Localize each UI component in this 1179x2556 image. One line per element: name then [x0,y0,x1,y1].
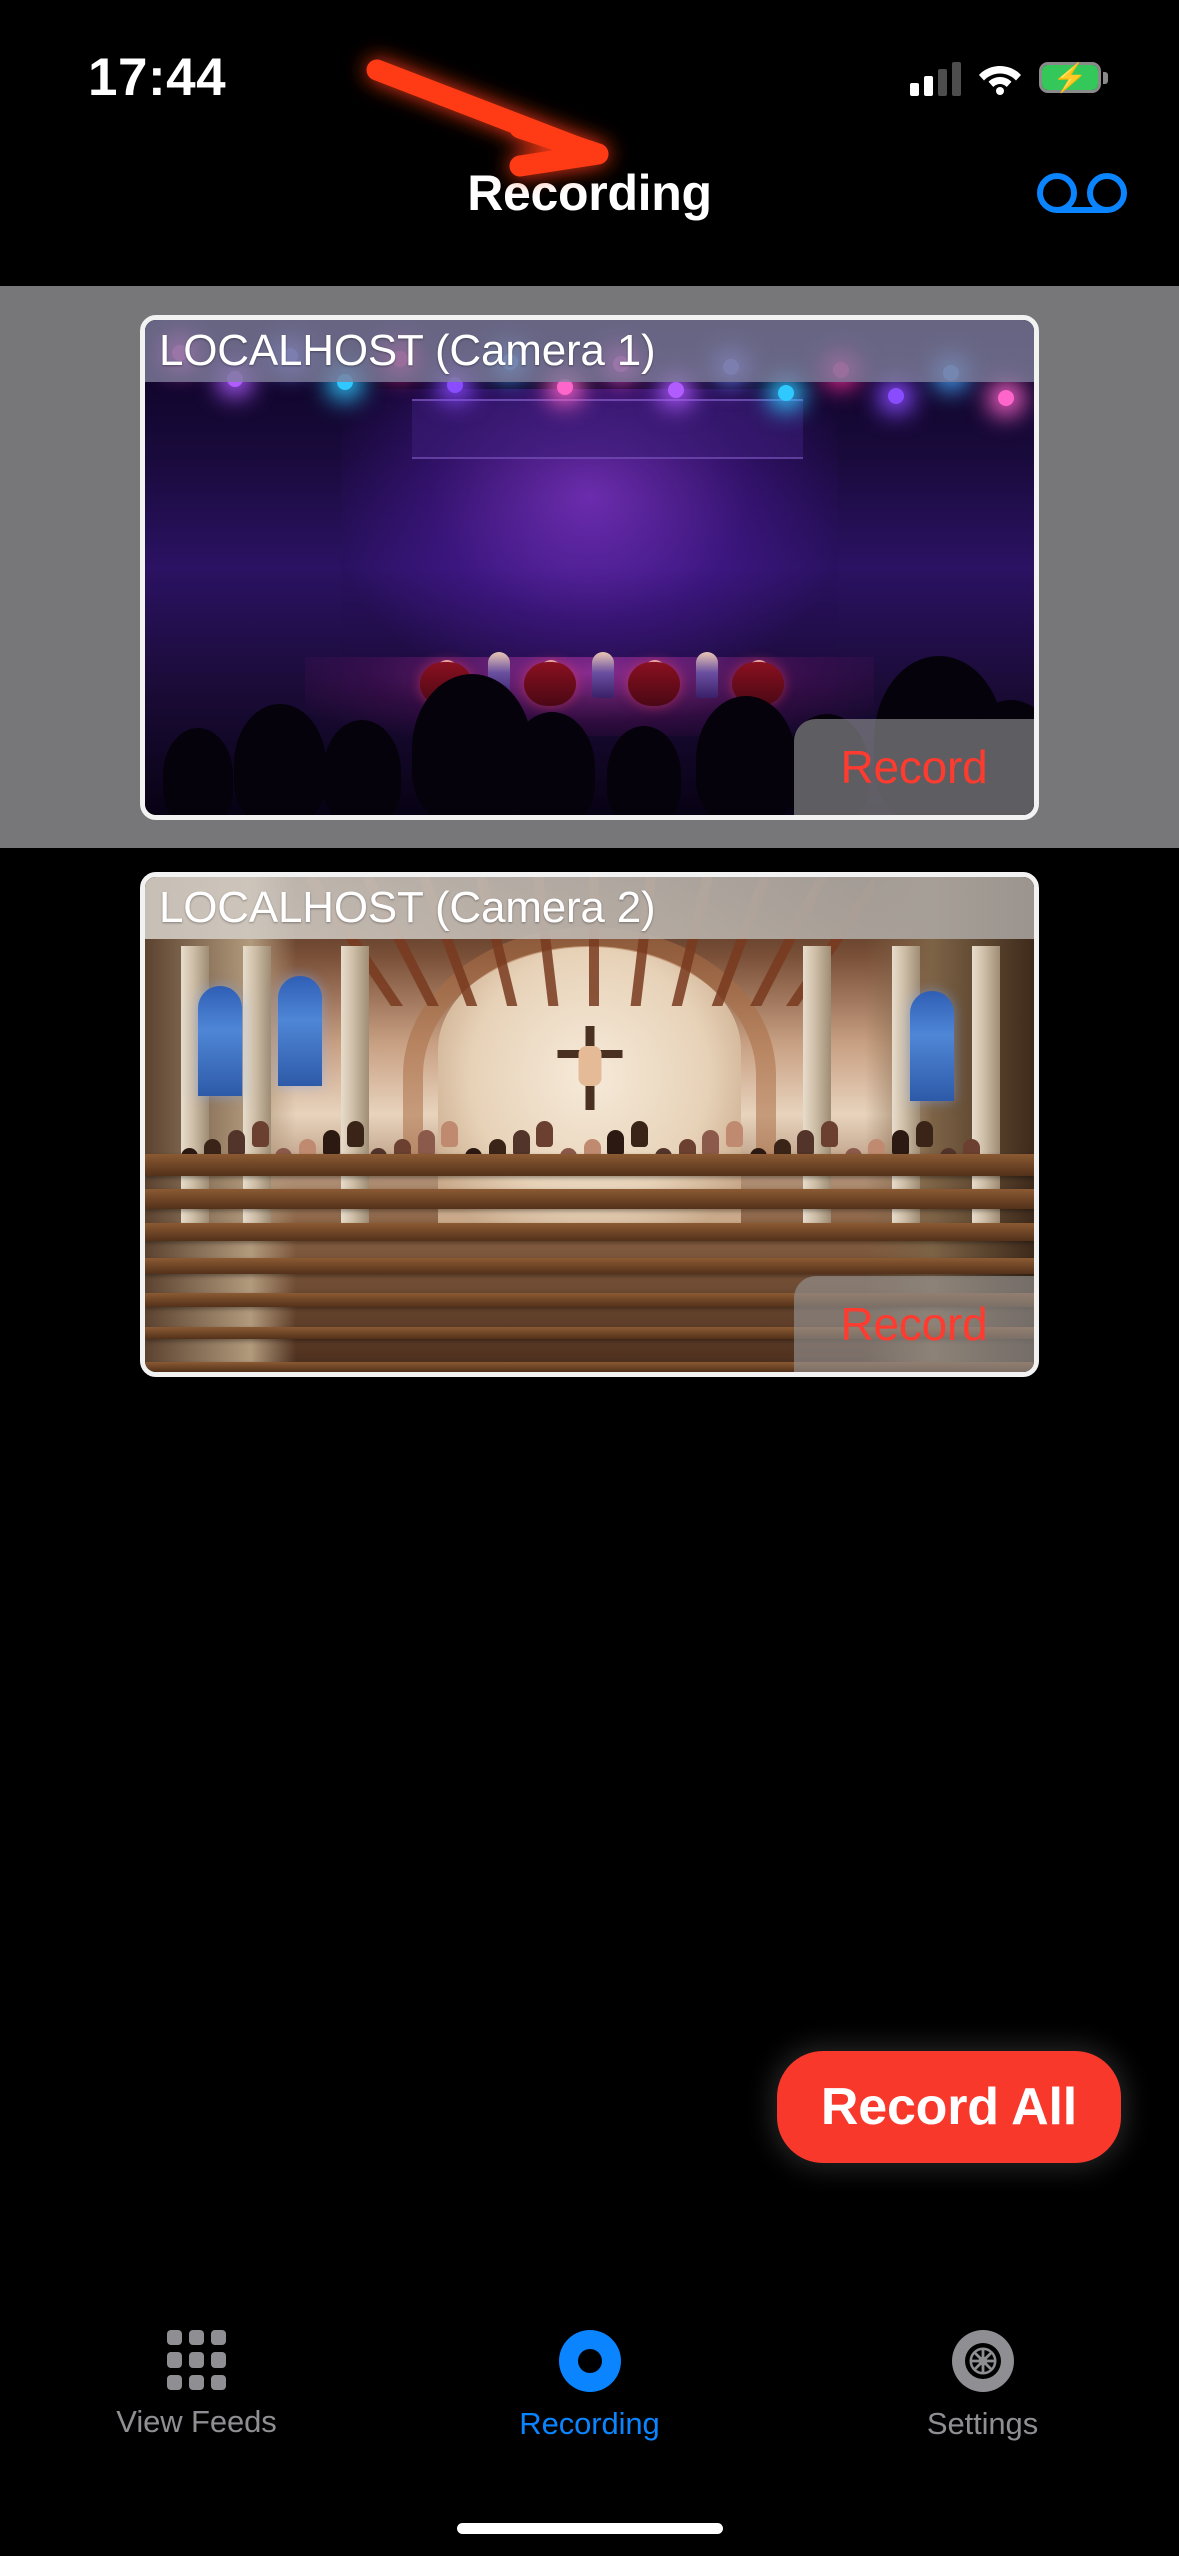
record-button-label: Record [840,1298,988,1350]
grid-icon [166,2330,227,2390]
status-bar-indicators: ⚡ [910,60,1108,96]
camera-card-header: LOCALHOST (Camera 1) [145,320,1034,382]
gear-icon [951,2330,1014,2392]
camera-card[interactable]: LOCALHOST (Camera 2) Record [140,872,1039,1377]
battery-charging-icon: ⚡ [1039,62,1108,93]
phone-screen: 17:44 ⚡ Recording LOCALHOST (Camera 1) R… [0,0,1179,2556]
tab-settings[interactable]: Settings [786,2330,1179,2442]
camera-card[interactable]: LOCALHOST (Camera 1) Record [140,315,1039,820]
tab-recording-label: Recording [519,2406,660,2441]
page-title: Recording [467,165,712,221]
navigation-bar: Recording [0,148,1179,238]
voicemail-icon[interactable] [1027,157,1137,229]
tab-bar: View Feeds Recording Settings [0,2306,1179,2556]
home-indicator [456,2523,723,2534]
status-bar-clock: 17:44 [88,48,227,107]
record-button[interactable]: Record [794,1276,1034,1372]
record-all-button-label: Record All [820,2078,1077,2136]
camera-card-header: LOCALHOST (Camera 2) [145,877,1034,939]
wifi-icon [978,61,1022,95]
record-button-label: Record [840,741,988,793]
camera-name-label: LOCALHOST (Camera 2) [159,883,656,932]
tab-recording[interactable]: Recording [393,2330,786,2442]
cellular-signal-icon [910,60,961,96]
status-bar: 17:44 ⚡ [0,0,1179,125]
tab-settings-label: Settings [926,2406,1039,2441]
camera-name-label: LOCALHOST (Camera 1) [159,326,656,375]
record-all-button[interactable]: Record All [776,2051,1121,2163]
tab-view-feeds[interactable]: View Feeds [0,2330,393,2440]
record-button[interactable]: Record [794,719,1034,815]
tab-view-feeds-label: View Feeds [116,2404,277,2439]
record-dot-icon [558,2330,621,2392]
